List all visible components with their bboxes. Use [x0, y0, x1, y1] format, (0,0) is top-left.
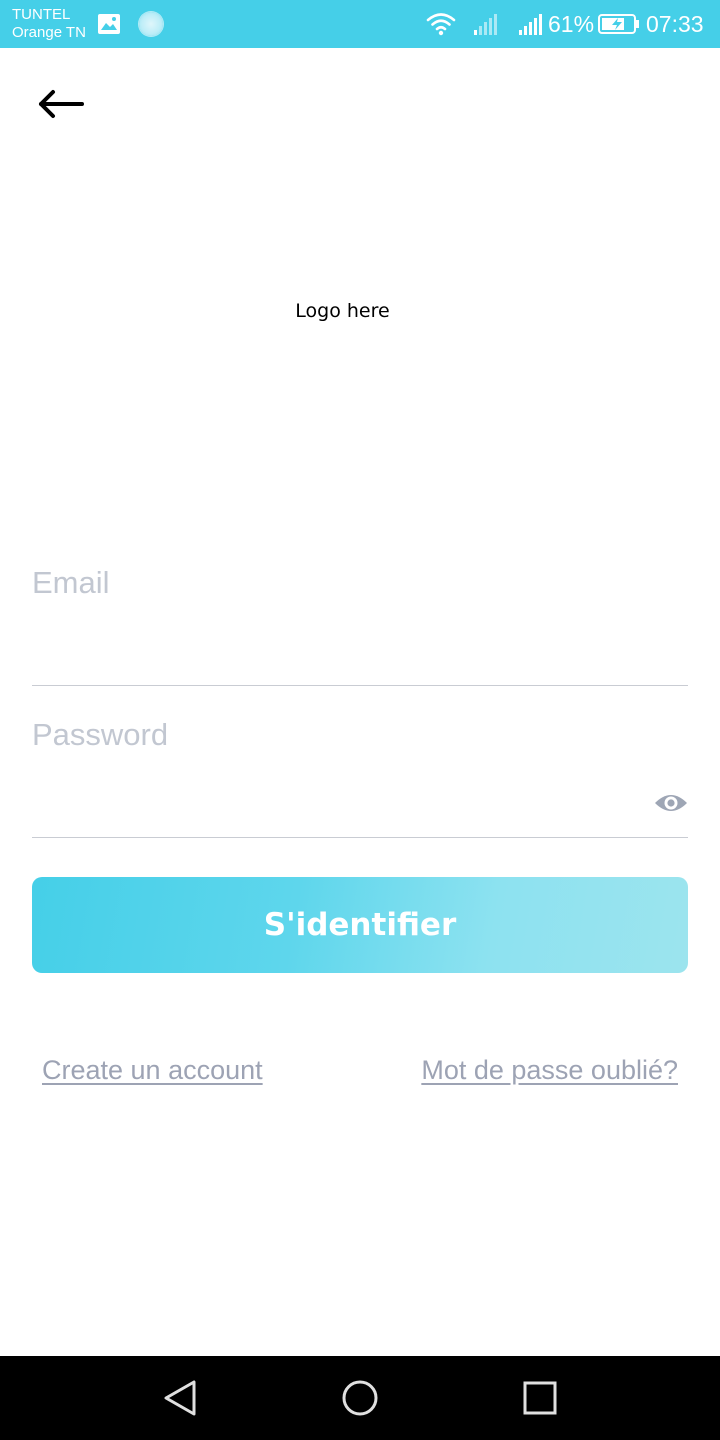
email-field[interactable]: [32, 555, 688, 686]
operator-name: Orange TN: [12, 24, 86, 41]
battery-charging-icon: [598, 14, 639, 34]
battery-percent: 61%: [548, 11, 595, 37]
password-field[interactable]: [32, 707, 688, 838]
status-bar: TUNTEL Orange TN 61% 07:33: [0, 0, 720, 48]
navigation-bar: [0, 1356, 720, 1440]
nav-home-icon[interactable]: [340, 1378, 380, 1418]
forgot-password-link[interactable]: Mot de passe oublié?: [421, 1055, 678, 1086]
sync-dot-icon: [139, 12, 163, 36]
carrier-info: TUNTEL Orange TN: [12, 6, 86, 42]
nav-back-icon[interactable]: [160, 1378, 200, 1418]
wifi-icon: [426, 13, 456, 36]
carrier-name: TUNTEL: [12, 6, 71, 23]
login-button[interactable]: S'identifier: [32, 877, 688, 973]
login-screen: TUNTEL Orange TN 61% 07:33 Logo here Ema…: [0, 0, 720, 1440]
clock: 07:33: [646, 11, 704, 37]
logo-placeholder: Logo here: [295, 300, 390, 322]
eye-icon[interactable]: [654, 789, 688, 817]
nav-recent-icon[interactable]: [520, 1378, 560, 1418]
arrow-left-icon[interactable]: [34, 82, 90, 126]
signal-icon: [519, 14, 542, 35]
password-input[interactable]: [32, 717, 632, 753]
email-input[interactable]: [32, 565, 632, 601]
signal-icon: [474, 14, 497, 35]
create-account-link[interactable]: Create un account: [42, 1055, 263, 1086]
gallery-icon: [98, 14, 120, 34]
